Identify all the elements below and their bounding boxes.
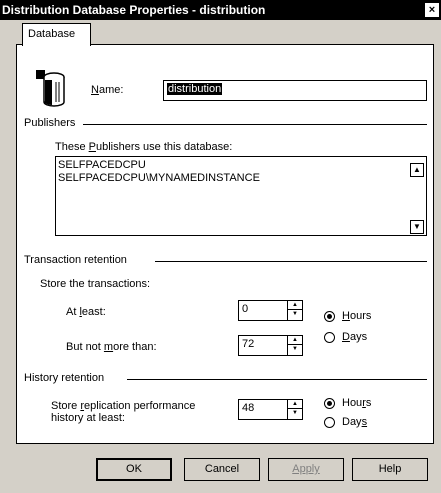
publishers-divider — [83, 124, 427, 125]
window-title-bar[interactable]: Distribution Database Properties - distr… — [0, 0, 441, 20]
spin-down-icon[interactable]: ▼ — [288, 409, 302, 418]
history-days-label: Days — [342, 416, 368, 428]
spin-up-icon[interactable]: ▲ — [288, 336, 302, 345]
history-store-label: Store replication performance history at… — [51, 400, 196, 424]
not-more-than-stepper[interactable]: 72 ▲ ▼ — [238, 335, 303, 356]
apply-label: Apply — [292, 463, 320, 475]
help-button[interactable]: Help — [352, 458, 428, 481]
at-least-stepper[interactable]: 0 ▲ ▼ — [238, 300, 303, 321]
transaction-retention-divider — [155, 261, 427, 262]
at-least-label: At least: — [66, 306, 106, 318]
not-more-than-label: But not more than: — [66, 341, 157, 353]
spin-down-icon[interactable]: ▼ — [288, 345, 302, 354]
tab-database-label: Database — [28, 28, 76, 40]
not-more-than-value: 72 — [242, 338, 255, 350]
transaction-retention-section-label: Transaction retention — [24, 254, 127, 266]
scroll-up-icon[interactable]: ▲ — [410, 163, 424, 177]
database-cylinder-icon — [36, 70, 65, 107]
transaction-days-label: Days — [342, 331, 368, 343]
apply-button[interactable]: Apply — [268, 458, 344, 481]
list-item[interactable]: SELFPACEDCPU\MYNAMEDINSTANCE — [58, 172, 424, 185]
publishers-listbox[interactable]: SELFPACEDCPU SELFPACEDCPU\MYNAMEDINSTANC… — [55, 156, 427, 236]
cancel-button[interactable]: Cancel — [184, 458, 260, 481]
history-hours-label: Hours — [342, 397, 372, 409]
not-more-than-spin-buttons: ▲ ▼ — [287, 336, 302, 355]
publishers-section-label: Publishers — [24, 117, 76, 129]
history-spin-buttons: ▲ ▼ — [287, 400, 302, 419]
transaction-days-radio[interactable] — [324, 332, 335, 343]
close-icon[interactable]: × — [425, 3, 439, 17]
name-label: Name: — [91, 84, 124, 96]
spin-up-icon[interactable]: ▲ — [288, 301, 302, 310]
tab-database[interactable]: Database — [22, 23, 91, 46]
scroll-down-icon[interactable]: ▼ — [410, 220, 424, 234]
name-value: distribution — [167, 83, 223, 95]
transaction-hours-label: Hours — [342, 310, 372, 322]
tab-panel — [16, 44, 434, 444]
history-retention-divider — [127, 379, 427, 380]
store-transactions-label: Store the transactions: — [40, 278, 151, 290]
transaction-hours-radio[interactable] — [324, 311, 335, 322]
history-stepper[interactable]: 48 ▲ ▼ — [238, 399, 303, 420]
name-field[interactable]: distribution — [163, 80, 427, 101]
publishers-list-label: These Publishers use this database: — [55, 141, 233, 153]
list-item[interactable]: SELFPACEDCPU — [58, 159, 424, 172]
spin-down-icon[interactable]: ▼ — [288, 310, 302, 319]
history-value: 48 — [242, 402, 255, 414]
window-title: Distribution Database Properties - distr… — [2, 3, 266, 17]
spin-up-icon[interactable]: ▲ — [288, 400, 302, 409]
history-retention-section-label: History retention — [24, 372, 105, 384]
at-least-value: 0 — [242, 303, 249, 315]
history-hours-radio[interactable] — [324, 398, 335, 409]
history-days-radio[interactable] — [324, 417, 335, 428]
ok-button[interactable]: OK — [96, 458, 172, 481]
at-least-spin-buttons: ▲ ▼ — [287, 301, 302, 320]
